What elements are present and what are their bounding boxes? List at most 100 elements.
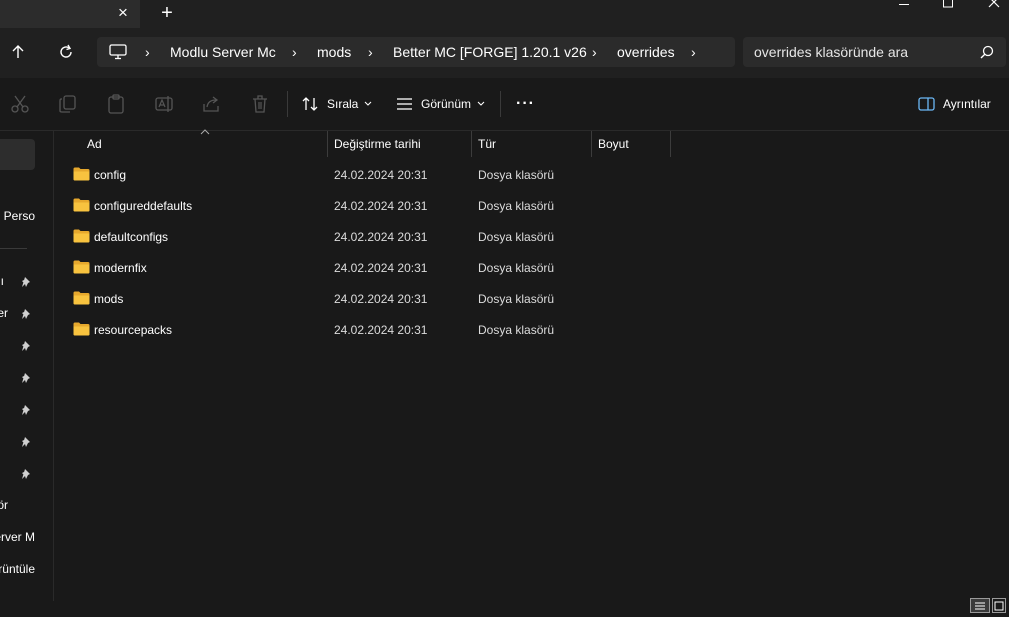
folder-icon bbox=[73, 229, 90, 243]
view-label: Görünüm bbox=[421, 97, 472, 111]
new-tab-button[interactable]: + bbox=[156, 2, 178, 24]
file-row[interactable]: resourcepacks 24.02.2024 20:31 Dosya klasö… bbox=[54, 315, 674, 345]
breadcrumb-separator[interactable]: › bbox=[292, 37, 297, 67]
folder-icon bbox=[73, 167, 90, 181]
column-divider[interactable] bbox=[471, 131, 472, 157]
minimize-icon bbox=[899, 4, 909, 5]
file-type: Dosya klasörü bbox=[478, 199, 555, 213]
column-size[interactable]: Boyut bbox=[598, 131, 629, 157]
file-name[interactable]: resourcepacks bbox=[94, 315, 172, 345]
details-pane-icon bbox=[918, 97, 935, 111]
file-name[interactable]: config bbox=[94, 160, 126, 190]
search-box[interactable]: overrides klasöründe ara bbox=[743, 37, 1006, 67]
search-input[interactable]: overrides klasöründe ara bbox=[754, 37, 908, 67]
file-type: Dosya klasörü bbox=[478, 323, 555, 337]
folder-icon bbox=[73, 322, 90, 336]
breadcrumb-separator[interactable]: › bbox=[592, 37, 597, 67]
chevron-down-icon bbox=[477, 101, 485, 106]
pin-icon bbox=[22, 469, 30, 479]
sort-icon bbox=[302, 97, 318, 111]
status-bar bbox=[0, 601, 1009, 611]
paste-icon[interactable] bbox=[106, 94, 126, 114]
refresh-icon bbox=[60, 44, 72, 58]
breadcrumb-separator[interactable]: › bbox=[368, 37, 373, 67]
column-divider[interactable] bbox=[670, 131, 671, 157]
details-label: Ayrıntılar bbox=[943, 97, 991, 111]
pin-icon bbox=[22, 309, 30, 319]
toolbar-divider bbox=[500, 91, 501, 117]
column-divider[interactable] bbox=[327, 131, 328, 157]
file-modified: 24.02.2024 20:31 bbox=[334, 261, 428, 275]
breadcrumb-better-mc[interactable]: Better MC [FORGE] 1.20.1 v26 bbox=[393, 37, 587, 67]
cut-icon[interactable] bbox=[10, 94, 30, 114]
address-bar[interactable]: › Modlu Server Mc › mods › Better MC [FO… bbox=[97, 37, 735, 67]
file-modified: 24.02.2024 20:31 bbox=[334, 230, 428, 244]
pin-icon bbox=[22, 405, 30, 415]
pin-icon bbox=[22, 341, 30, 351]
file-type: Dosya klasörü bbox=[478, 230, 555, 244]
column-divider[interactable] bbox=[591, 131, 592, 157]
tab-current[interactable]: × bbox=[0, 0, 140, 28]
column-name[interactable]: Ad bbox=[87, 131, 102, 157]
file-name[interactable]: configureddefaults bbox=[94, 191, 192, 221]
share-icon[interactable] bbox=[202, 94, 222, 114]
file-type: Dosya klasörü bbox=[478, 292, 555, 306]
sidebar-item-folder-3[interactable]: rüntüle bbox=[0, 559, 40, 579]
maximize-button[interactable] bbox=[937, 0, 959, 10]
breadcrumb-overrides[interactable]: overrides bbox=[617, 37, 675, 67]
sidebar-item-pinned-2[interactable]: er bbox=[0, 303, 12, 323]
arrow-up-icon bbox=[12, 45, 24, 58]
file-modified: 24.02.2024 20:31 bbox=[334, 323, 428, 337]
sidebar-item-pinned-1[interactable]: ı bbox=[0, 271, 8, 291]
this-pc-icon bbox=[109, 44, 127, 60]
file-row[interactable]: modernfix 24.02.2024 20:31 Dosya klasörü bbox=[54, 253, 674, 283]
copy-icon[interactable] bbox=[58, 94, 78, 114]
breadcrumb-mods[interactable]: mods bbox=[317, 37, 351, 67]
sort-button[interactable]: Sırala bbox=[302, 90, 372, 118]
column-modified[interactable]: Değiştirme tarihi bbox=[334, 131, 421, 157]
file-type: Dosya klasörü bbox=[478, 261, 555, 275]
toolbar-divider bbox=[287, 91, 288, 117]
delete-icon[interactable] bbox=[250, 94, 270, 114]
pin-icon bbox=[22, 437, 30, 447]
navigation-pane: - Perso ı er ör erver M rüntüle bbox=[0, 131, 53, 601]
sidebar-item-onedrive[interactable]: - Perso bbox=[0, 206, 40, 226]
command-bar: Sırala Görünüm ··· Ayrıntılar bbox=[0, 78, 1009, 131]
file-modified: 24.02.2024 20:31 bbox=[334, 168, 428, 182]
file-name[interactable]: defaultconfigs bbox=[94, 222, 168, 252]
more-options-button[interactable]: ··· bbox=[516, 90, 535, 118]
address-row: › Modlu Server Mc › mods › Better MC [FO… bbox=[0, 28, 1009, 78]
sort-ascending-icon bbox=[200, 129, 210, 135]
sidebar-item-selected[interactable] bbox=[0, 139, 35, 170]
tab-close-button[interactable]: × bbox=[112, 2, 134, 24]
pin-icon bbox=[22, 373, 30, 383]
folder-icon bbox=[73, 198, 90, 212]
maximize-icon bbox=[943, 0, 953, 8]
file-row[interactable]: configureddefaults 24.02.2024 20:31 Dosya … bbox=[54, 191, 674, 221]
close-icon bbox=[988, 0, 1000, 8]
up-button[interactable] bbox=[4, 38, 32, 66]
details-pane-button[interactable]: Ayrıntılar bbox=[918, 90, 991, 118]
close-window-button[interactable] bbox=[983, 0, 1005, 10]
sidebar-item-folder-1[interactable]: ör bbox=[0, 495, 12, 515]
search-icon bbox=[980, 45, 994, 59]
file-modified: 24.02.2024 20:31 bbox=[334, 292, 428, 306]
view-button[interactable]: Görünüm bbox=[396, 90, 485, 118]
file-row[interactable]: defaultconfigs 24.02.2024 20:31 Dosya klas… bbox=[54, 222, 674, 252]
sidebar-item-folder-2[interactable]: erver M bbox=[0, 527, 40, 547]
folder-icon bbox=[73, 291, 90, 305]
file-name[interactable]: modernfix bbox=[94, 253, 147, 283]
rename-icon[interactable] bbox=[154, 94, 174, 114]
file-name[interactable]: mods bbox=[94, 284, 123, 314]
refresh-button[interactable] bbox=[52, 38, 80, 66]
file-row[interactable]: config 24.02.2024 20:31 Dosya klasörü bbox=[54, 160, 674, 190]
tiles-view-icon bbox=[994, 601, 1004, 611]
breadcrumb-modlu-server-mc[interactable]: Modlu Server Mc bbox=[170, 37, 276, 67]
breadcrumb-separator[interactable]: › bbox=[145, 37, 150, 67]
breadcrumb-separator[interactable]: › bbox=[691, 37, 696, 67]
file-row[interactable]: mods 24.02.2024 20:31 Dosya klasörü bbox=[54, 284, 674, 314]
details-view-icon bbox=[975, 602, 985, 610]
column-type[interactable]: Tür bbox=[478, 131, 496, 157]
sidebar-divider bbox=[0, 248, 27, 249]
minimize-button[interactable] bbox=[893, 0, 915, 10]
